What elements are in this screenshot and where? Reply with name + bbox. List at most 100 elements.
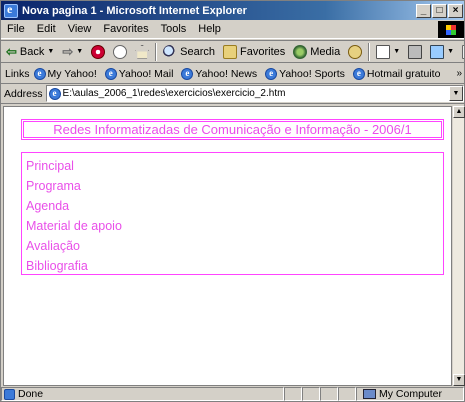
status-cell <box>320 387 338 401</box>
ie-page-icon: e <box>104 67 117 80</box>
ie-page-icon: e <box>181 67 194 80</box>
toolbar-separator <box>368 42 371 61</box>
refresh-icon <box>113 44 128 59</box>
zone-label: My Computer <box>379 388 443 400</box>
menu-bar: File Edit View Favorites Tools Help <box>1 20 464 39</box>
forward-button[interactable]: ⇨ ▼ <box>59 42 86 62</box>
ie-page-icon: e <box>265 67 278 80</box>
standard-toolbar: ⇦ Back ▼ ⇨ ▼ Search Favorites Media ▼ ▼ <box>1 40 464 63</box>
status-bar: Done My Computer <box>1 387 464 401</box>
link-yahoo-news[interactable]: e Yahoo! News <box>181 67 261 80</box>
status-cell <box>284 387 302 401</box>
maximize-button[interactable]: □ <box>432 3 447 18</box>
favorites-folder-icon <box>223 44 238 59</box>
menu-file[interactable]: File <box>1 23 31 35</box>
edit-button[interactable]: ▼ <box>427 42 457 62</box>
home-icon <box>135 44 150 59</box>
stop-icon <box>91 44 106 59</box>
favorites-label: Favorites <box>240 45 286 58</box>
favorites-button[interactable]: Favorites <box>220 42 288 62</box>
page-done-icon <box>4 388 15 400</box>
discuss-icon <box>462 44 464 59</box>
address-value: E:\aulas_2006_1\redes\exercicios\exercic… <box>62 88 286 99</box>
menu-favorites[interactable]: Favorites <box>97 23 154 35</box>
header-box: Redes Informatizadas de Comunicação e In… <box>21 119 444 140</box>
chevron-down-icon[interactable]: ▼ <box>393 48 400 55</box>
links-label: Links <box>5 67 30 80</box>
mail-icon <box>376 44 391 59</box>
windows-logo-icon <box>438 21 464 38</box>
refresh-button[interactable] <box>110 42 130 62</box>
back-arrow-icon: ⇦ <box>6 43 17 59</box>
nav-menu: Principal Programa Agenda Material de ap… <box>21 152 444 275</box>
chevron-down-icon[interactable]: ▼ <box>47 48 54 55</box>
media-label: Media <box>310 45 341 58</box>
link-label: Yahoo! Sports <box>279 67 345 80</box>
my-computer-icon <box>363 389 376 399</box>
nav-link-avaliacao[interactable]: Avaliação <box>26 236 439 256</box>
back-label: Back <box>19 45 45 58</box>
window-title: Nova pagina 1 - Microsoft Internet Explo… <box>22 4 247 17</box>
scroll-up-icon[interactable]: ▲ <box>453 106 465 118</box>
menu-help[interactable]: Help <box>192 23 227 35</box>
ie-page-icon: e <box>33 67 46 80</box>
page-title: Redes Informatizadas de Comunicação e In… <box>23 121 442 138</box>
forward-arrow-icon: ⇨ <box>62 43 74 59</box>
ie-page-icon: e <box>352 67 365 80</box>
more-links-icon[interactable]: » <box>456 68 462 79</box>
links-bar: Links e My Yahoo! e Yahoo! Mail e Yahoo! Ne… <box>1 64 464 84</box>
nav-link-principal[interactable]: Principal <box>26 156 439 176</box>
print-button[interactable] <box>405 42 425 62</box>
address-input[interactable]: e E:\aulas_2006_1\redes\exercicios\exerc… <box>45 85 464 102</box>
mail-button[interactable]: ▼ <box>373 42 403 62</box>
ie-page-icon: e <box>48 87 61 100</box>
stop-button[interactable] <box>88 42 108 62</box>
media-icon <box>293 44 308 59</box>
printer-icon <box>408 44 423 59</box>
status-cell <box>302 387 320 401</box>
security-zone: My Computer <box>356 387 464 401</box>
link-yahoo-sports[interactable]: e Yahoo! Sports <box>265 67 349 80</box>
browser-window: Nova pagina 1 - Microsoft Internet Explo… <box>0 0 465 402</box>
search-label: Search <box>180 45 216 58</box>
status-main: Done <box>1 387 284 401</box>
nav-link-agenda[interactable]: Agenda <box>26 196 439 216</box>
menu-edit[interactable]: Edit <box>31 23 62 35</box>
link-hotmail[interactable]: e Hotmail gratuito <box>352 67 445 80</box>
link-my-yahoo[interactable]: e My Yahoo! <box>33 67 101 80</box>
chevron-down-icon[interactable]: ▼ <box>76 48 83 55</box>
discuss-button[interactable] <box>459 42 464 62</box>
chevron-down-icon[interactable]: ▼ <box>449 86 463 101</box>
close-button[interactable]: × <box>448 3 463 18</box>
address-label: Address <box>4 87 43 100</box>
edit-page-icon <box>430 44 445 59</box>
search-icon <box>163 44 178 59</box>
scroll-down-icon[interactable]: ▼ <box>453 374 465 386</box>
address-bar: Address e E:\aulas_2006_1\redes\exercici… <box>1 84 464 104</box>
toolbar-separator <box>155 42 158 61</box>
link-label: My Yahoo! <box>47 67 97 80</box>
menu-view[interactable]: View <box>62 23 98 35</box>
status-cell <box>338 387 356 401</box>
page-content: Redes Informatizadas de Comunicação e In… <box>3 106 452 386</box>
home-button[interactable] <box>132 42 152 62</box>
vertical-scrollbar[interactable]: ▲ ▼ <box>452 106 465 386</box>
link-label: Hotmail gratuito <box>366 67 441 80</box>
chevron-down-icon[interactable]: ▼ <box>447 48 454 55</box>
link-label: Yahoo! News <box>195 67 258 80</box>
search-button[interactable]: Search <box>160 42 218 62</box>
minimize-button[interactable]: _ <box>416 3 431 18</box>
internet-explorer-icon <box>4 2 18 18</box>
title-bar[interactable]: Nova pagina 1 - Microsoft Internet Explo… <box>1 1 464 20</box>
link-label: Yahoo! Mail <box>118 67 174 80</box>
nav-link-material-de-apoio[interactable]: Material de apoio <box>26 216 439 236</box>
media-button[interactable]: Media <box>290 42 343 62</box>
status-text: Done <box>18 388 44 400</box>
history-button[interactable] <box>345 42 365 62</box>
link-yahoo-mail[interactable]: e Yahoo! Mail <box>104 67 178 80</box>
nav-link-bibliografia[interactable]: Bibliografia <box>26 256 439 276</box>
nav-link-programa[interactable]: Programa <box>26 176 439 196</box>
history-icon <box>348 44 363 59</box>
menu-tools[interactable]: Tools <box>155 23 193 35</box>
back-button[interactable]: ⇦ Back ▼ <box>3 42 57 62</box>
